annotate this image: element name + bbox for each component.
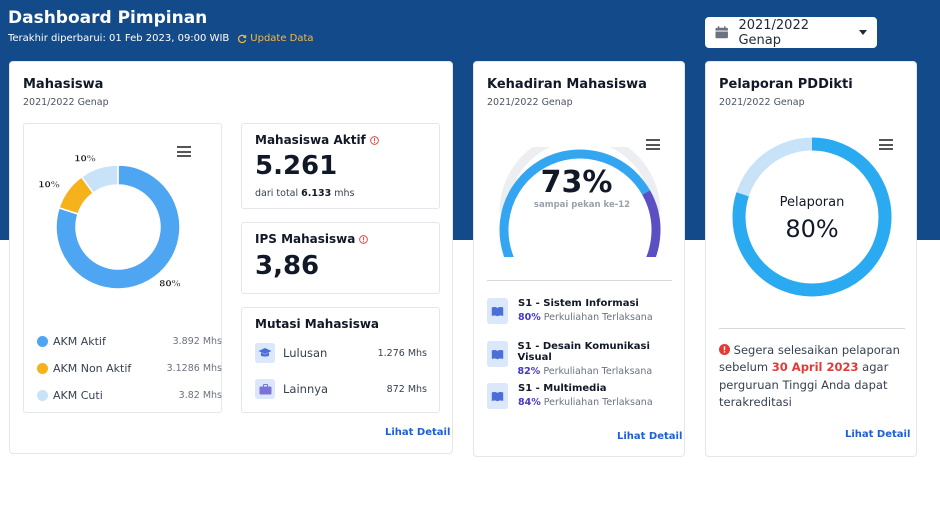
info-icon[interactable] xyxy=(359,234,369,244)
legend-swatch xyxy=(37,336,48,347)
slice-label: 80% xyxy=(159,280,181,290)
period-value: 2021/2022 Genap xyxy=(738,17,809,48)
briefcase-icon xyxy=(255,379,275,399)
pelaporan-percent: 80% xyxy=(785,215,839,243)
kehadiran-card: Kehadiran Mahasiswa 2021/2022 Genap 73% … xyxy=(473,61,685,457)
chevron-down-icon xyxy=(859,30,867,35)
pddikti-card: Pelaporan PDDikti 2021/2022 Genap Pelapo… xyxy=(705,61,917,457)
program-name: S1 - Desain Komunikasi Visual xyxy=(517,341,650,363)
book-icon xyxy=(487,341,508,367)
attendance-caption: sampai pekan ke-12 xyxy=(533,200,631,210)
last-updated: Terakhir diperbarui: 01 Feb 2023, 09:00 … xyxy=(8,33,314,44)
graduation-cap-icon xyxy=(255,343,275,363)
list-item: Lainnya 872 Mhs xyxy=(255,379,427,399)
mutasi-row-value: 1.276 Mhs xyxy=(377,347,427,359)
slice-label: 10% xyxy=(74,155,96,165)
program-progress: 80% Perkuliahan Terlaksana xyxy=(518,312,653,323)
ips-label-text: IPS Mahasiswa xyxy=(255,232,356,246)
legend-item: AKM Cuti 3.82 Mhs xyxy=(37,389,222,402)
mahasiswa-title: Mahasiswa xyxy=(23,77,104,92)
last-updated-text: Terakhir diperbarui: 01 Feb 2023, 09:00 … xyxy=(8,33,230,44)
mahasiswa-card: Mahasiswa 2021/2022 Genap 80% 10% 10% AKM … xyxy=(9,61,453,454)
program-progress: 84% Perkuliahan Terlaksana xyxy=(518,397,653,408)
program-name: S1 - Multimedia xyxy=(518,383,607,394)
legend-item: AKM Aktif 3.892 Mhs xyxy=(37,335,222,348)
book-icon xyxy=(487,298,508,324)
akm-donut-chart: 80% 10% 10% xyxy=(38,154,181,290)
mutasi-row-value: 872 Mhs xyxy=(386,383,427,395)
mutasi-row-label: Lainnya xyxy=(283,382,329,396)
program-percent: 80% xyxy=(518,312,541,323)
list-item: S1 - Desain Komunikasi Visual 82% Perkul… xyxy=(487,341,684,377)
mahasiswa-total: dari total 6.133 mhs xyxy=(255,188,355,199)
update-data-label: Update Data xyxy=(250,33,314,44)
mahasiswa-subtitle: 2021/2022 Genap xyxy=(23,97,109,108)
akm-chart-panel: 80% 10% 10% AKM Aktif 3.892 Mhs AKM Non Ak… xyxy=(23,123,222,413)
kehadiran-title: Kehadiran Mahasiswa xyxy=(487,77,647,92)
slice-label: 10% xyxy=(38,181,60,191)
calendar-icon xyxy=(715,26,728,39)
legend-swatch xyxy=(37,390,48,401)
pddikti-subtitle: 2021/2022 Genap xyxy=(719,97,805,108)
mutasi-panel: Mutasi Mahasiswa Lulusan 1.276 Mhs Lainn… xyxy=(241,307,440,413)
mahasiswa-aktif-panel: Mahasiswa Aktif 5.261 dari total 6.133 m… xyxy=(241,123,440,209)
alert-icon xyxy=(719,344,730,355)
divider xyxy=(487,280,672,281)
program-percent: 84% xyxy=(518,397,541,408)
list-item: Lulusan 1.276 Mhs xyxy=(255,343,427,363)
program-percent: 82% xyxy=(517,366,541,377)
kehadiran-subtitle: 2021/2022 Genap xyxy=(487,97,573,108)
info-icon[interactable] xyxy=(369,135,379,145)
mutasi-row-label: Lulusan xyxy=(283,346,328,360)
ips-panel: IPS Mahasiswa 3,86 xyxy=(241,222,440,294)
lihat-detail-link[interactable]: Lihat Detail xyxy=(845,429,910,440)
list-item: S1 - Sistem Informasi 80% Perkuliahan Te… xyxy=(487,298,653,324)
pelaporan-label: Pelaporan xyxy=(779,195,845,210)
legend-label: AKM Aktif xyxy=(53,335,106,348)
lihat-detail-link[interactable]: Lihat Detail xyxy=(617,431,682,442)
warning-deadline: 30 April 2023 xyxy=(771,360,859,375)
program-note: Perkuliahan Terlaksana xyxy=(543,397,653,408)
refresh-icon xyxy=(238,34,247,43)
legend-item: AKM Non Aktif 3.1286 Mhs xyxy=(37,362,222,375)
page-title: Dashboard Pimpinan xyxy=(8,8,208,28)
legend-value: 3.892 Mhs xyxy=(172,336,222,347)
legend-swatch xyxy=(37,363,48,374)
ips-value: 3,86 xyxy=(255,251,320,281)
divider xyxy=(719,328,905,329)
mahasiswa-aktif-label-text: Mahasiswa Aktif xyxy=(255,133,366,147)
legend-value: 3.1286 Mhs xyxy=(166,363,222,374)
update-data-link[interactable]: Update Data xyxy=(237,33,314,44)
legend-value: 3.82 Mhs xyxy=(178,390,222,401)
mutasi-label: Mutasi Mahasiswa xyxy=(255,317,380,331)
book-icon xyxy=(487,383,508,409)
program-name: S1 - Sistem Informasi xyxy=(518,298,639,309)
attendance-percent: 73% xyxy=(540,165,613,200)
program-progress: 82% Perkuliahan Terlaksana xyxy=(518,366,684,377)
program-note: Perkuliahan Terlaksana xyxy=(543,366,653,377)
pddikti-title: Pelaporan PDDikti xyxy=(719,77,853,92)
mahasiswa-aktif-label: Mahasiswa Aktif xyxy=(255,133,379,147)
ips-label: IPS Mahasiswa xyxy=(255,232,369,246)
pelaporan-warning: Segera selesaikan pelaporan sebelum 30 A… xyxy=(719,342,909,411)
legend-label: AKM Cuti xyxy=(53,389,103,402)
lihat-detail-link[interactable]: Lihat Detail xyxy=(385,427,450,438)
total-value: 6.133 xyxy=(301,188,332,199)
list-item: S1 - Multimedia 84% Perkuliahan Terlaksa… xyxy=(487,383,653,409)
mahasiswa-aktif-value: 5.261 xyxy=(255,151,338,181)
total-prefix: dari total xyxy=(255,188,299,199)
total-suffix: mhs xyxy=(334,188,355,199)
program-note: Perkuliahan Terlaksana xyxy=(543,312,653,323)
legend-label: AKM Non Aktif xyxy=(53,362,132,375)
period-select[interactable]: 2021/2022 Genap xyxy=(705,17,877,48)
